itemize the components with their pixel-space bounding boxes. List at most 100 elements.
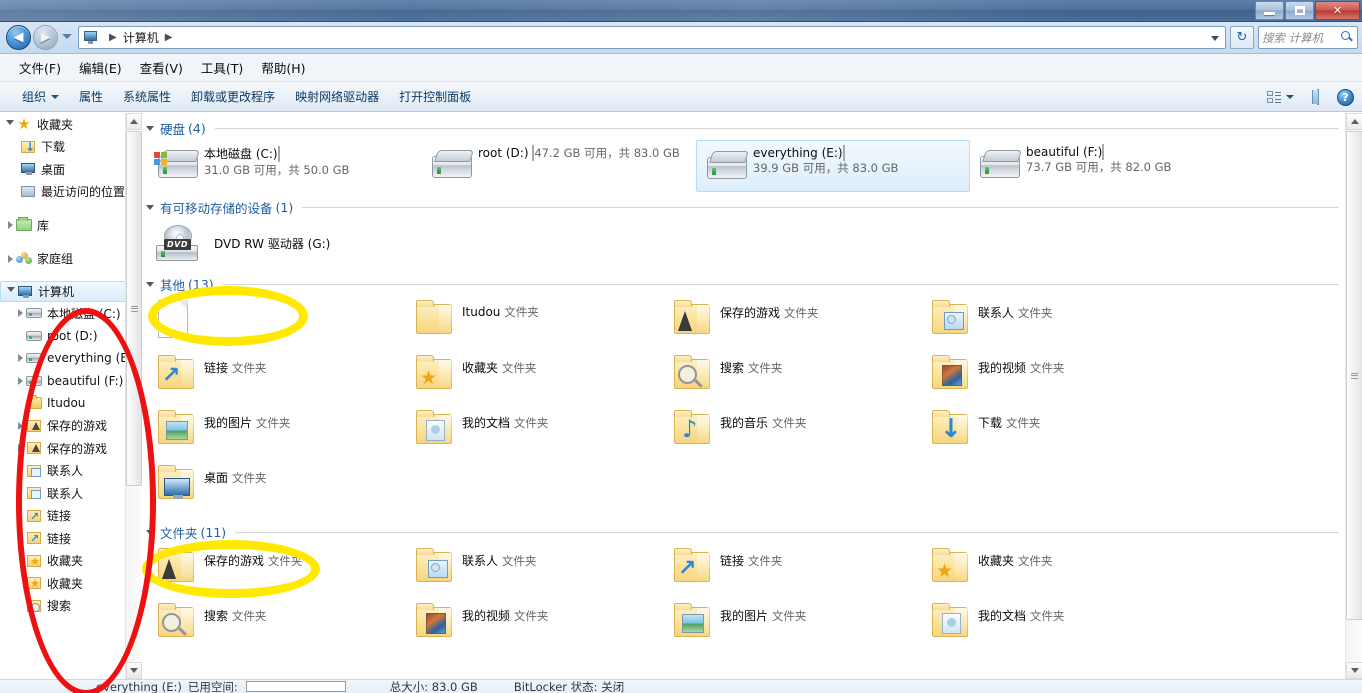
list-item[interactable]: 桌面 文件夹 (148, 461, 406, 516)
list-item[interactable]: 联系人 文件夹 (922, 296, 1180, 351)
help-button[interactable]: ? (1337, 88, 1354, 106)
group-header-other[interactable]: 其他 (13) (142, 269, 1345, 296)
menu-item-view[interactable]: 查看(V) (131, 55, 192, 80)
sidebar-item-favorites[interactable]: ★ 收藏夹 (0, 113, 141, 136)
group-header-folders[interactable]: 文件夹 (11) (142, 517, 1345, 544)
breadcrumb-item-computer[interactable]: 计算机 (123, 29, 159, 46)
sidebar-item-root-d[interactable]: root (D:) (0, 325, 141, 348)
properties-button[interactable]: 属性 (69, 84, 113, 109)
sidebar-item-favorites-1[interactable]: 收藏夹 (0, 550, 141, 573)
recent-pages-dropdown-icon[interactable] (62, 34, 72, 39)
list-item[interactable]: ★ 收藏夹 文件夹 (406, 351, 664, 406)
expander-icon[interactable] (4, 221, 16, 230)
scrollbar-thumb[interactable] (126, 131, 142, 486)
sidebar-item-desktop[interactable]: 桌面 (0, 158, 141, 181)
scroll-up-button[interactable] (1346, 113, 1362, 130)
expander-icon[interactable] (14, 354, 26, 363)
list-item[interactable]: 我的视频 文件夹 (406, 599, 664, 654)
sidebar-item-saved-games-2[interactable]: 保存的游戏 (0, 437, 141, 460)
search-input[interactable]: 搜索 计算机 (1262, 30, 1341, 46)
expander-icon[interactable] (146, 282, 154, 287)
search-box[interactable]: 搜索 计算机 (1258, 26, 1358, 49)
expander-icon[interactable] (4, 254, 16, 263)
back-button[interactable]: ◀ (6, 25, 31, 50)
sidebar-item-favorites-2[interactable]: 收藏夹 (0, 572, 141, 595)
menu-item-file[interactable]: 文件(F) (10, 55, 70, 80)
sidebar-item-downloads[interactable]: 下载 (0, 136, 141, 159)
show-preview-pane-button[interactable] (1312, 89, 1319, 105)
list-item[interactable]: 我的图片 文件夹 (148, 406, 406, 461)
scroll-up-button[interactable] (126, 113, 142, 130)
expander-icon[interactable] (5, 287, 17, 296)
scrollbar-thumb[interactable] (1346, 131, 1362, 620)
sidebar-item-beautiful-f[interactable]: beautiful (F:) (0, 370, 141, 393)
expander-icon[interactable] (146, 205, 154, 210)
list-item[interactable] (148, 296, 406, 351)
drive-tile-root-d[interactable]: root (D:) 47.2 GB 可用，共 83.0 GB (422, 140, 696, 192)
sidebar-item-itudou[interactable]: Itudou (0, 392, 141, 415)
expander-icon[interactable] (4, 119, 16, 129)
sidebar-item-links-1[interactable]: 链接 (0, 505, 141, 528)
expander-icon[interactable] (14, 376, 26, 385)
sidebar-item-saved-games-1[interactable]: 保存的游戏 (0, 415, 141, 438)
list-item[interactable]: 我的文档 文件夹 (406, 406, 664, 461)
list-item[interactable]: ↓ 下载 文件夹 (922, 406, 1180, 461)
sidebar-item-homegroup[interactable]: 家庭组 (0, 248, 141, 271)
minimize-button[interactable] (1255, 1, 1284, 20)
device-tile-dvd-drive[interactable]: DVD DVD RW 驱动器 (G:) (142, 219, 1345, 267)
drive-tile-local-disk-c[interactable]: 本地磁盘 (C:) 31.0 GB 可用，共 50.0 GB (148, 140, 422, 192)
items-view[interactable]: 硬盘 (4) 本地磁盘 (C:) 31.0 GB 可用，共 50.0 GB ro… (142, 113, 1345, 679)
forward-button[interactable]: ▶ (33, 25, 58, 50)
sidebar-item-local-disk-c[interactable]: 本地磁盘 (C:) (0, 302, 141, 325)
list-item[interactable]: ↗ 链接 文件夹 (664, 544, 922, 599)
expander-icon[interactable] (14, 444, 26, 453)
close-button[interactable]: ✕ (1315, 1, 1360, 20)
refresh-button[interactable]: ↻ (1230, 26, 1254, 49)
scroll-down-button[interactable] (126, 662, 142, 679)
expander-icon[interactable] (146, 530, 154, 535)
system-properties-button[interactable]: 系统属性 (113, 84, 181, 109)
list-item[interactable]: 联系人 文件夹 (406, 544, 664, 599)
list-item[interactable]: ↗ 链接 文件夹 (148, 351, 406, 406)
organize-button[interactable]: 组织 (12, 84, 69, 109)
uninstall-change-program-button[interactable]: 卸载或更改程序 (181, 84, 285, 109)
list-item[interactable]: Itudou 文件夹 (406, 296, 664, 351)
sidebar-item-contacts-1[interactable]: 联系人 (0, 460, 141, 483)
list-item[interactable]: 搜索 文件夹 (664, 351, 922, 406)
navigation-pane-scrollbar[interactable] (125, 113, 142, 679)
map-network-drive-button[interactable]: 映射网络驱动器 (285, 84, 389, 109)
scroll-down-button[interactable] (1346, 662, 1362, 679)
open-control-panel-button[interactable]: 打开控制面板 (389, 84, 481, 109)
list-item[interactable]: ♪ 我的音乐 文件夹 (664, 406, 922, 461)
list-item[interactable]: ★ 收藏夹 文件夹 (922, 544, 1180, 599)
sidebar-item-libraries[interactable]: 库 (0, 214, 141, 237)
items-view-scrollbar[interactable] (1345, 113, 1362, 679)
drive-tile-everything-e[interactable]: everything (E:) 39.9 GB 可用，共 83.0 GB (696, 140, 970, 192)
sidebar-item-searches[interactable]: 搜索 (0, 595, 141, 618)
list-item[interactable]: 我的文档 文件夹 (922, 599, 1180, 654)
sidebar-item-computer[interactable]: 计算机 (0, 281, 139, 302)
menu-item-tools[interactable]: 工具(T) (192, 55, 252, 80)
restore-button[interactable] (1285, 1, 1314, 20)
address-bar[interactable]: ▶ 计算机 ▶ (78, 26, 1226, 49)
list-item[interactable]: 搜索 文件夹 (148, 599, 406, 654)
sidebar-item-recent-places[interactable]: 最近访问的位置 (0, 181, 141, 204)
menu-item-help[interactable]: 帮助(H) (252, 55, 314, 80)
group-header-hard-disks[interactable]: 硬盘 (4) (142, 113, 1345, 140)
menu-item-edit[interactable]: 编辑(E) (70, 55, 131, 80)
drive-tile-beautiful-f[interactable]: beautiful (F:) 73.7 GB 可用，共 82.0 GB (970, 140, 1244, 192)
address-dropdown-button[interactable] (1207, 30, 1223, 47)
expander-icon[interactable] (14, 421, 26, 430)
change-view-button[interactable] (1262, 88, 1299, 107)
sidebar-item-everything-e[interactable]: everything (E:) (0, 347, 141, 370)
list-item[interactable]: 保存的游戏 文件夹 (664, 296, 922, 351)
expander-icon[interactable] (14, 309, 26, 318)
sidebar-item-contacts-2[interactable]: 联系人 (0, 482, 141, 505)
list-item[interactable]: 保存的游戏 文件夹 (148, 544, 406, 599)
list-item[interactable]: 我的图片 文件夹 (664, 599, 922, 654)
sidebar-item-links-2[interactable]: 链接 (0, 527, 141, 550)
expander-icon[interactable] (146, 126, 154, 131)
navigation-pane[interactable]: ★ 收藏夹 下载 桌面 最近访问的位置 库 家庭组 (0, 113, 141, 679)
breadcrumb-separator-icon[interactable]: ▶ (159, 32, 179, 43)
list-item[interactable]: 我的视频 文件夹 (922, 351, 1180, 406)
